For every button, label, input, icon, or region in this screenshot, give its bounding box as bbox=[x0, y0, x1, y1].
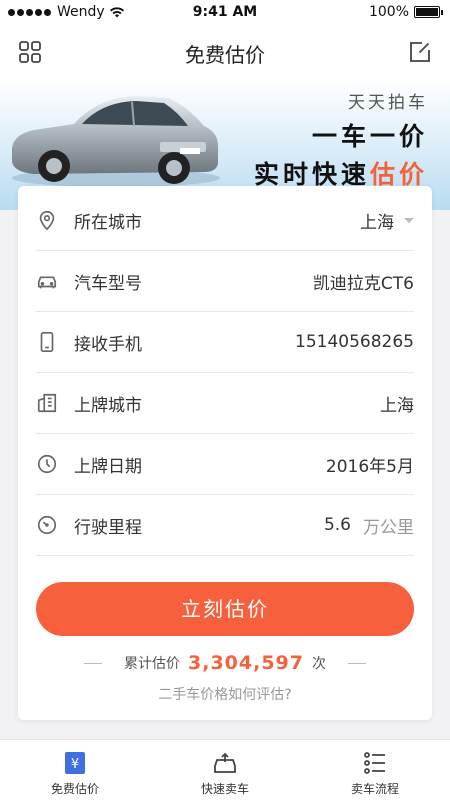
help-link[interactable]: 二手车价格如何评估? bbox=[18, 684, 432, 704]
form-row-plate-date[interactable]: 上牌日期 2016年5月 bbox=[36, 434, 414, 495]
battery-percent: 100% bbox=[368, 4, 409, 20]
divider bbox=[347, 662, 366, 664]
chevron-down-icon bbox=[404, 217, 414, 223]
phone-icon bbox=[40, 332, 54, 352]
mileage-unit: 万公里 bbox=[363, 517, 414, 538]
phone-value: 15140568265 bbox=[295, 332, 414, 352]
form-row-plate-city[interactable]: 上牌城市 上海 bbox=[36, 373, 414, 434]
banner-slogan: 一车一价 bbox=[311, 122, 428, 151]
estimate-button[interactable]: 立刻估价 bbox=[36, 582, 414, 636]
clock-icon bbox=[37, 454, 57, 474]
form-row-car-model[interactable]: 汽车型号 凯迪拉克CT6 bbox=[36, 251, 414, 312]
nav-bar: 免费估价 bbox=[0, 24, 450, 80]
valuation-form-card: 所在城市 上海 汽车型号 凯迪拉克CT6 接收手机 15140568265 上牌… bbox=[18, 186, 432, 720]
form-row-mileage[interactable]: 行驶里程 5.6 万公里 bbox=[36, 495, 414, 556]
tab-label: 快速卖车 bbox=[200, 782, 249, 796]
form-row-phone[interactable]: 接收手机 15140568265 bbox=[36, 312, 414, 373]
car-icon bbox=[37, 276, 57, 289]
form-label: 上牌城市 bbox=[74, 395, 142, 416]
page-title: 免费估价 bbox=[185, 43, 265, 67]
battery-info: 100% bbox=[368, 4, 443, 20]
price-tag-icon: ¥ bbox=[65, 752, 85, 774]
tab-sell-process[interactable]: 卖车流程 bbox=[300, 740, 450, 800]
tab-free-estimate[interactable]: ¥ 免费估价 bbox=[0, 740, 150, 800]
mileage-value: 5.6 bbox=[323, 515, 351, 535]
form-label: 行驶里程 bbox=[74, 517, 142, 538]
total-estimates: 累计估价 3,304,597 次 bbox=[18, 652, 432, 674]
tab-label: 免费估价 bbox=[50, 782, 99, 796]
form-row-city[interactable]: 所在城市 上海 bbox=[36, 190, 414, 251]
car-model-value: 凯迪拉克CT6 bbox=[312, 273, 414, 294]
plate-date-value: 2016年5月 bbox=[325, 456, 414, 477]
status-bar: Wendy 9:41 AM 100% bbox=[0, 0, 450, 24]
plate-city-value: 上海 bbox=[380, 395, 414, 416]
banner-brand: 天天拍车 bbox=[348, 93, 428, 113]
banner-tagline-accent: 估价 bbox=[369, 160, 428, 189]
svg-text:¥: ¥ bbox=[71, 757, 79, 772]
stat-count: 3,304,597 bbox=[188, 652, 304, 674]
location-pin-icon bbox=[39, 210, 55, 231]
tab-bar: ¥ 免费估价 快速卖车 卖车流程 bbox=[0, 739, 450, 800]
divider bbox=[84, 662, 102, 664]
stat-prefix: 累计估价 bbox=[124, 656, 180, 672]
stat-suffix: 次 bbox=[311, 656, 326, 672]
edit-icon[interactable] bbox=[408, 40, 432, 64]
form-label: 所在城市 bbox=[74, 212, 142, 233]
form-label: 上牌日期 bbox=[74, 456, 142, 477]
car-image bbox=[12, 96, 220, 187]
building-icon bbox=[37, 393, 57, 413]
car-upload-icon bbox=[214, 752, 236, 773]
tab-quick-sell[interactable]: 快速卖车 bbox=[150, 740, 300, 800]
battery-icon bbox=[414, 6, 443, 18]
form-label: 接收手机 bbox=[74, 334, 142, 355]
form-label: 汽车型号 bbox=[74, 273, 142, 294]
city-value: 上海 bbox=[360, 212, 394, 233]
speedometer-icon bbox=[37, 515, 57, 535]
list-icon bbox=[364, 752, 385, 774]
tab-label: 卖车流程 bbox=[350, 782, 399, 796]
